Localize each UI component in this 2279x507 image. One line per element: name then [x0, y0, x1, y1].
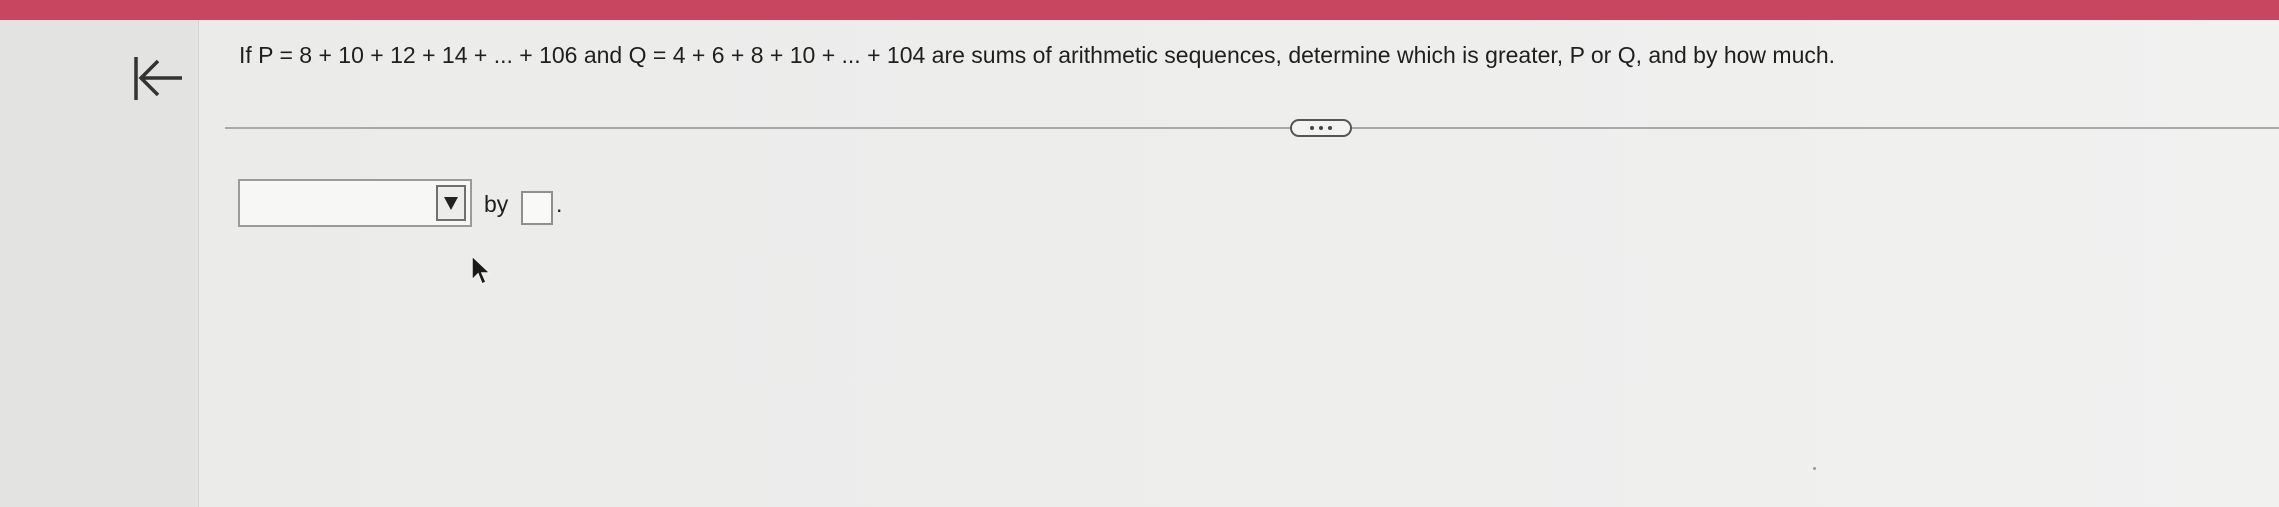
question-text: If P = 8 + 10 + 12 + 14 + ... + 106 and …: [239, 42, 1836, 68]
answer-dropdown[interactable]: [238, 179, 472, 227]
top-accent-bar: [0, 0, 2279, 20]
main-panel: [199, 20, 2279, 507]
more-horizontal-icon: [1310, 126, 1314, 130]
back-button[interactable]: [128, 48, 188, 108]
by-label: by: [484, 191, 509, 217]
difference-input[interactable]: [521, 191, 553, 225]
more-horizontal-icon: [1319, 126, 1323, 130]
expand-button[interactable]: [1290, 119, 1352, 137]
arrow-left-to-bar-icon: [134, 57, 182, 100]
speck: [1813, 467, 1816, 470]
more-horizontal-icon: [1328, 126, 1332, 130]
dropdown-arrow-button[interactable]: [436, 185, 466, 221]
mouse-pointer-icon: [470, 254, 496, 288]
triangle-down-icon: [444, 197, 458, 210]
divider: [225, 127, 2279, 129]
trailing-period: .: [556, 191, 563, 217]
